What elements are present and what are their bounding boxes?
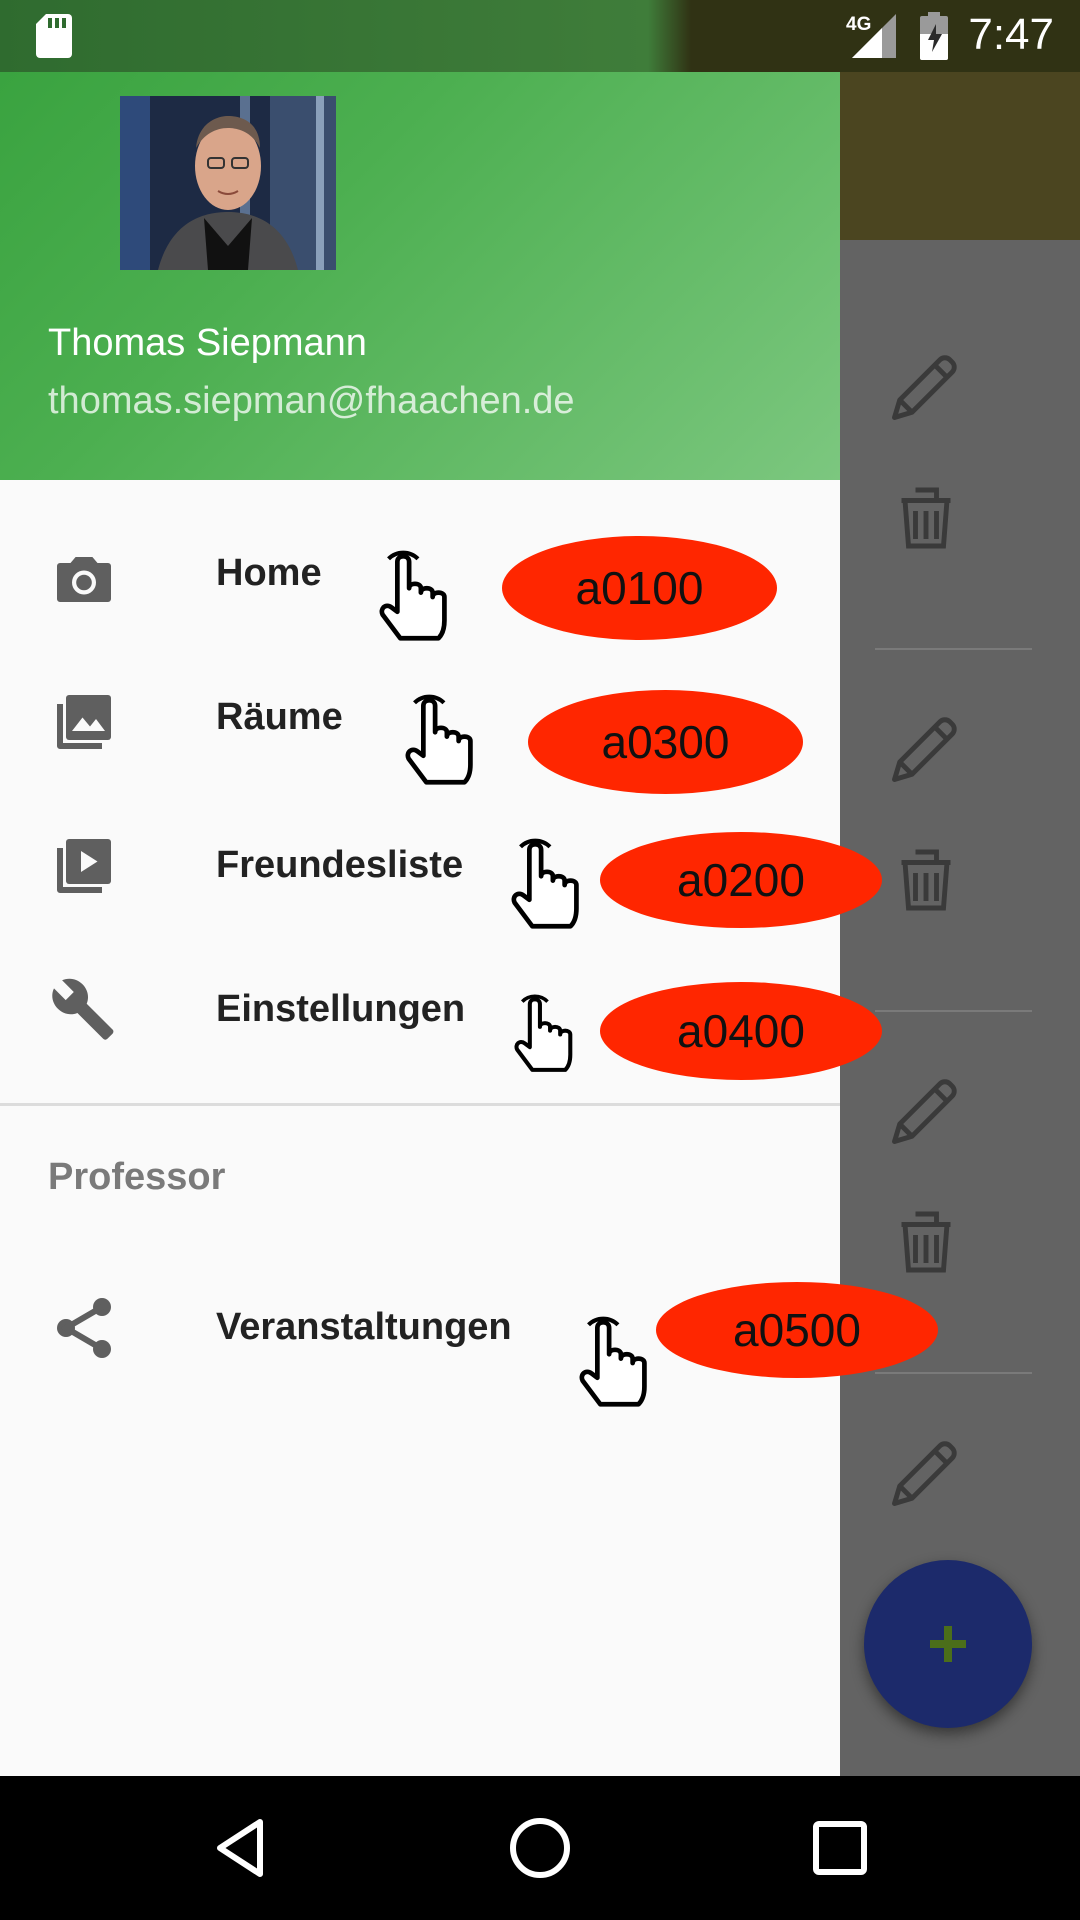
annotation-label: a0500 — [656, 1282, 938, 1378]
home-icon[interactable] — [508, 1816, 572, 1880]
recents-icon[interactable] — [808, 1816, 872, 1880]
battery-icon — [920, 12, 948, 60]
trash-icon[interactable] — [884, 1200, 968, 1284]
hand-pointer-icon — [579, 1316, 647, 1407]
drawer-header: Thomas Siepmann thomas.siepman@fhaachen.… — [0, 0, 840, 480]
pencil-icon[interactable] — [884, 1068, 968, 1152]
section-header: Professor — [48, 1156, 226, 1198]
hand-pointer-icon — [405, 694, 473, 785]
plus-icon — [930, 1626, 966, 1662]
menu-item-label: Einstellungen — [216, 988, 466, 1030]
annotation-label: a0100 — [502, 536, 777, 640]
trash-icon[interactable] — [884, 476, 968, 560]
pencil-icon[interactable] — [884, 344, 968, 428]
menu-item-label: Freundesliste — [216, 844, 464, 886]
screen: Thomas Siepmann thomas.siepman@fhaachen.… — [0, 0, 1080, 1920]
hand-pointer-icon — [514, 994, 573, 1072]
camera-icon — [57, 557, 111, 602]
slideshow-icon — [57, 839, 111, 893]
wrench-icon — [52, 978, 114, 1040]
menu-item-label: Räume — [216, 696, 343, 738]
user-name: Thomas Siepmann — [48, 322, 367, 364]
list-item — [840, 650, 1080, 1012]
list-item — [840, 288, 1080, 650]
hand-pointer-icon — [511, 838, 579, 929]
status-time: 7:47 — [968, 10, 1054, 59]
pencil-icon[interactable] — [884, 1430, 968, 1514]
trash-icon[interactable] — [884, 838, 968, 922]
user-email: thomas.siepman@fhaachen.de — [48, 380, 575, 422]
annotation-label: a0200 — [600, 832, 882, 928]
navigation-bar — [0, 1776, 1080, 1920]
hand-pointer-icon — [379, 550, 447, 641]
share-icon — [57, 1298, 111, 1358]
annotation-label: a0300 — [528, 690, 803, 794]
sd-card-icon — [36, 14, 72, 58]
pencil-icon[interactable] — [884, 706, 968, 790]
gallery-icon — [57, 695, 111, 749]
add-fab-button[interactable] — [864, 1560, 1032, 1728]
menu-item-label: Veranstaltungen — [216, 1306, 512, 1348]
signal-icon — [852, 14, 896, 58]
avatar[interactable] — [120, 96, 336, 270]
section-divider — [0, 1103, 840, 1106]
annotation-label: a0400 — [600, 982, 882, 1080]
status-bar: 4G 7:47 — [0, 0, 1080, 72]
menu-item-label: Home — [216, 552, 322, 594]
back-icon[interactable] — [208, 1816, 272, 1880]
